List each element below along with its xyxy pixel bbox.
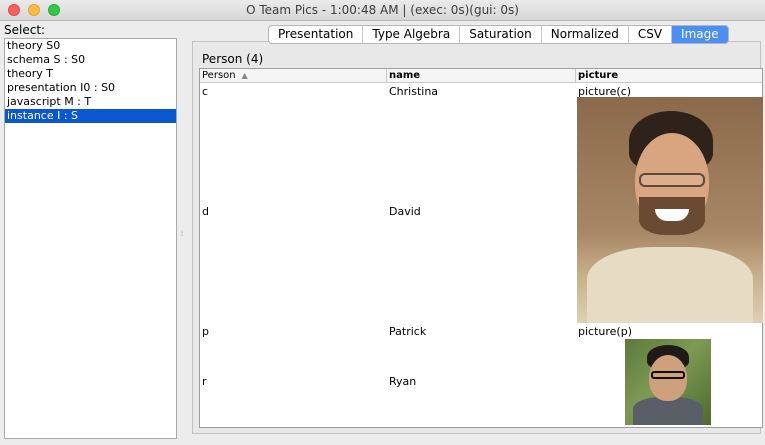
table-header: Person ▲ name picture <box>200 69 762 83</box>
table-cell-name[interactable]: David <box>389 205 421 218</box>
table-cell-person[interactable]: r <box>202 375 207 388</box>
column-header-picture[interactable]: picture <box>576 69 762 83</box>
table-cell-person[interactable]: d <box>202 205 209 218</box>
list-item-javascript-m[interactable]: javascript M : T <box>5 95 176 109</box>
table-title: Person (4) <box>202 52 264 66</box>
table-cell-person[interactable]: p <box>202 325 209 338</box>
table-cell-name[interactable]: Christina <box>389 85 438 98</box>
table-cell-person[interactable]: c <box>202 85 208 98</box>
table-cell-name[interactable]: Ryan <box>389 375 416 388</box>
tab-type-algebra[interactable]: Type Algebra <box>363 26 461 43</box>
tab-normalized[interactable]: Normalized <box>542 26 629 43</box>
select-label: Select: <box>4 23 46 37</box>
list-item-theory-s0[interactable]: theory S0 <box>5 39 176 53</box>
tab-csv[interactable]: CSV <box>629 26 673 43</box>
table-cell-name[interactable]: Patrick <box>389 325 426 338</box>
column-header-name[interactable]: name <box>387 69 576 83</box>
selection-list[interactable]: theory S0 schema S : S0 theory T present… <box>4 38 177 439</box>
list-item-theory-t[interactable]: theory T <box>5 67 176 81</box>
list-item-presentation-i0[interactable]: presentation I0 : S0 <box>5 81 176 95</box>
person-table[interactable]: Person ▲ name picture c Christina picture… <box>199 68 763 428</box>
sort-ascending-icon: ▲ <box>241 71 248 80</box>
person-photo-image <box>577 97 763 323</box>
window-title: O Team Pics - 1:00:48 AM | (exec: 0s)(gu… <box>246 3 519 17</box>
table-cell-picture[interactable]: picture(p) <box>578 325 632 338</box>
column-header-person[interactable]: Person ▲ <box>200 69 387 83</box>
tab-presentation[interactable]: Presentation <box>269 26 364 43</box>
window-titlebar: O Team Pics - 1:00:48 AM | (exec: 0s)(gu… <box>0 0 765 21</box>
view-tabs: Presentation Type Algebra Saturation Nor… <box>268 25 729 44</box>
person-photo-image <box>625 339 711 425</box>
list-item-instance-i[interactable]: instance I : S <box>5 109 176 123</box>
tab-image[interactable]: Image <box>672 26 728 43</box>
tab-saturation[interactable]: Saturation <box>460 26 542 43</box>
split-pane-handle-icon[interactable]: ⁞ <box>179 228 185 240</box>
list-item-schema-s[interactable]: schema S : S0 <box>5 53 176 67</box>
